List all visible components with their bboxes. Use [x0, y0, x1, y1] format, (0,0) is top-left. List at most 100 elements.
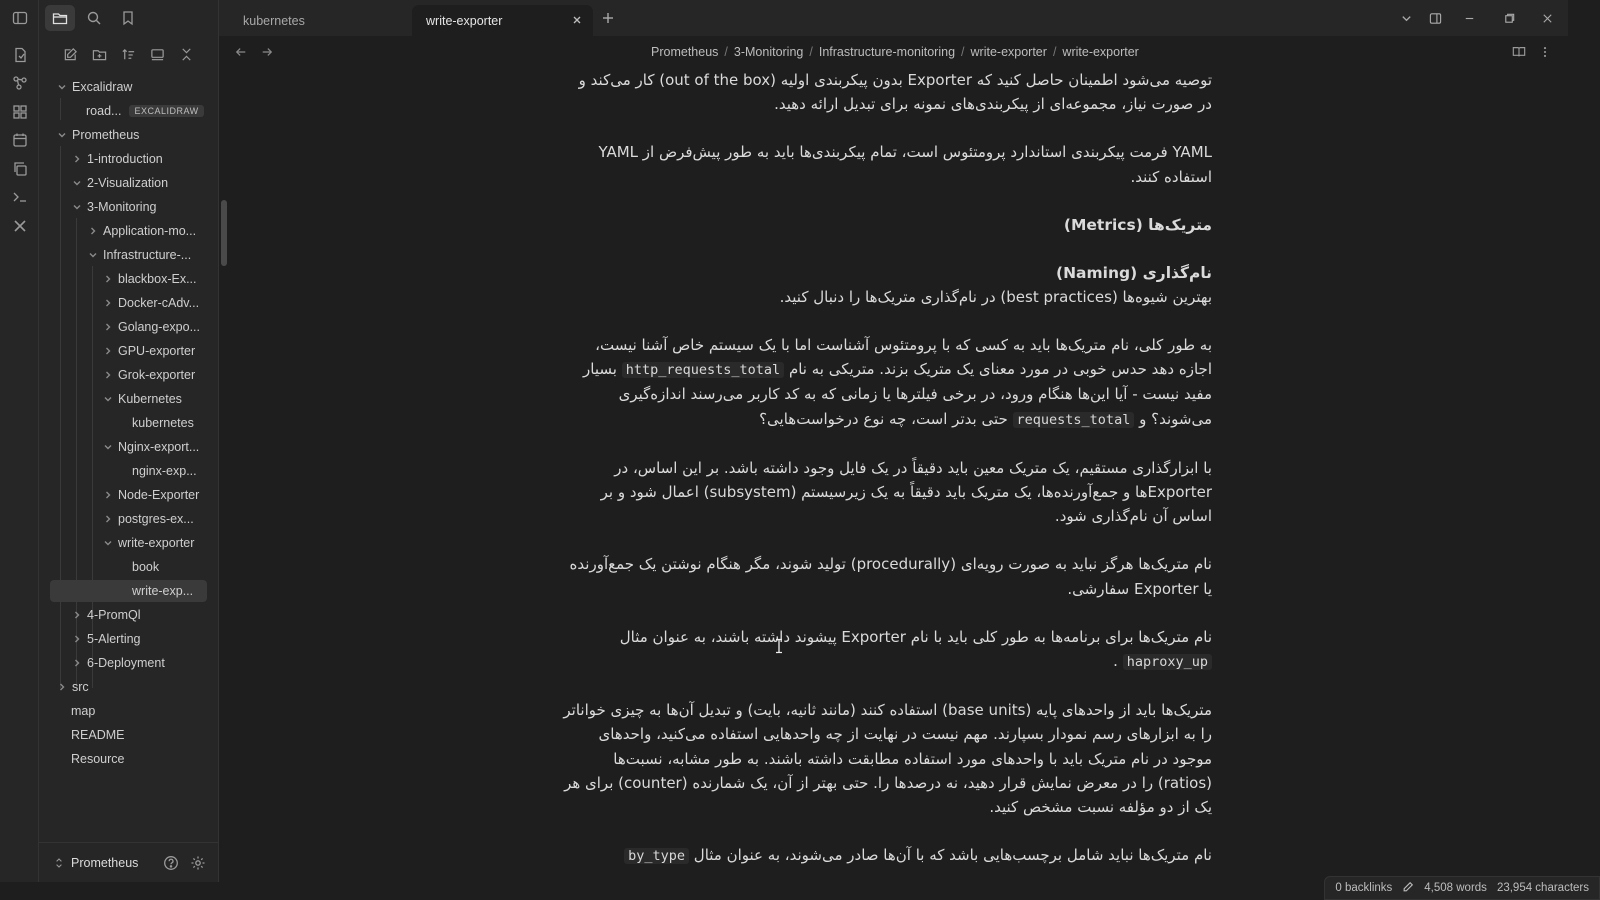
- tree-folder-src[interactable]: src: [55, 676, 89, 698]
- collapse-all-icon[interactable]: [175, 42, 198, 66]
- vault-switcher[interactable]: Prometheus: [55, 856, 138, 870]
- paragraph: نام متریک‌ها برای برنامه‌ها به طور کلی ب…: [560, 625, 1212, 674]
- new-note-icon[interactable]: [59, 42, 82, 66]
- tree-item-label: 5-Alerting: [87, 632, 141, 646]
- new-tab-icon[interactable]: [599, 9, 617, 27]
- tree-guide: [60, 98, 61, 120]
- breadcrumb-item[interactable]: Infrastructure-monitoring: [819, 45, 955, 59]
- graph-view-icon[interactable]: [0, 69, 39, 97]
- tree-folder-postgres[interactable]: postgres-ex...: [101, 508, 194, 530]
- tree-folder-nginx[interactable]: Nginx-export...: [101, 436, 199, 458]
- tree-folder-write-exporter[interactable]: write-exporter: [101, 532, 194, 554]
- new-folder-icon[interactable]: [88, 42, 111, 66]
- copy-icon[interactable]: [0, 155, 39, 183]
- paragraph: نام متریک‌ها نباید شامل برچسب‌هایی باشد …: [560, 843, 1212, 868]
- inline-code: by_type: [624, 848, 690, 865]
- tree-item-label: Grok-exporter: [118, 368, 196, 382]
- right-sidebar-toggle-icon[interactable]: [1424, 8, 1446, 28]
- tab-list-chevron-icon[interactable]: [1395, 8, 1417, 28]
- breadcrumb-item[interactable]: write-exporter: [971, 45, 1047, 59]
- tree-item-label: 3-Monitoring: [87, 200, 157, 214]
- tree-file-readme[interactable]: README: [71, 724, 124, 746]
- chevron-down-icon: [101, 392, 115, 406]
- tree-file-road[interactable]: road... EXCALIDRAW: [86, 100, 204, 122]
- tree-folder-excalidraw[interactable]: Excalidraw: [55, 76, 132, 98]
- reading-view-icon[interactable]: [1511, 44, 1527, 60]
- chevron-up-down-icon: [56, 857, 62, 868]
- settings-gear-icon[interactable]: [189, 854, 207, 872]
- bookmarks-tab-icon[interactable]: [113, 5, 143, 31]
- tree-file-map[interactable]: map: [71, 700, 95, 722]
- restore-window-icon[interactable]: [1498, 8, 1520, 28]
- tree-file-book[interactable]: book: [132, 556, 159, 578]
- canvas-icon[interactable]: [0, 98, 39, 126]
- tree-folder-node[interactable]: Node-Exporter: [101, 484, 199, 506]
- tree-folder-alerting[interactable]: 5-Alerting: [70, 628, 141, 650]
- search-tab-icon[interactable]: [79, 5, 109, 31]
- backlinks-count[interactable]: 0 backlinks: [1335, 882, 1392, 894]
- terminal-icon[interactable]: [0, 183, 39, 211]
- chevron-right-icon: [70, 152, 84, 166]
- tree-folder-deployment[interactable]: 6-Deployment: [70, 652, 165, 674]
- tree-item-label: Nginx-export...: [118, 440, 200, 454]
- paragraph: YAML فرمت پیکربندی استاندارد پرومتئوس اس…: [598, 143, 1212, 186]
- vault-switcher-bar: Prometheus: [39, 842, 219, 882]
- sort-order-icon[interactable]: [117, 42, 140, 66]
- tree-folder-grok[interactable]: Grok-exporter: [101, 364, 195, 386]
- tree-file-kubernetes[interactable]: kubernetes: [132, 412, 194, 434]
- navigate-back-icon[interactable]: [233, 44, 249, 60]
- paragraph-text: حتی بدتر است، چه نوع درخواست‌هایی؟: [759, 409, 1008, 428]
- breadcrumb-separator: /: [1052, 45, 1057, 59]
- sidebar-toggle-icon[interactable]: [0, 4, 39, 32]
- breadcrumb: Prometheus / 3-Monitoring / Infrastructure-m…: [651, 45, 1139, 59]
- tools-icon[interactable]: [0, 212, 39, 240]
- files-tab-icon[interactable]: [45, 5, 75, 31]
- tree-folder-visualization[interactable]: 2-Visualization: [70, 172, 168, 194]
- paragraph: توصیه می‌شود اطمینان حاصل کنید که Export…: [578, 71, 1212, 114]
- tree-guide: [60, 146, 61, 688]
- tree-folder-application[interactable]: Application-mo...: [86, 220, 196, 242]
- left-ribbon: [0, 0, 39, 882]
- tree-folder-docker[interactable]: Docker-cAdv...: [101, 292, 199, 314]
- tab-write-exporter[interactable]: write-exporter: [412, 5, 593, 36]
- breadcrumb-separator: /: [809, 45, 813, 59]
- tree-file-nginx[interactable]: nginx-exp...: [132, 460, 197, 482]
- note-editor[interactable]: توصیه می‌شود اطمینان حاصل کنید که Export…: [560, 68, 1212, 882]
- chevron-right-icon: [101, 512, 115, 526]
- tab-kubernetes[interactable]: kubernetes: [229, 5, 409, 36]
- breadcrumb-item[interactable]: 3-Monitoring: [734, 45, 803, 59]
- help-icon[interactable]: [162, 854, 180, 872]
- tree-file-resource[interactable]: Resource: [71, 748, 125, 770]
- tab-bar: kubernetes write-exporter: [219, 0, 1568, 36]
- calendar-icon[interactable]: [0, 126, 39, 154]
- minimize-window-icon[interactable]: [1458, 8, 1480, 28]
- tree-folder-gpu[interactable]: GPU-exporter: [101, 340, 195, 362]
- heading-metrics: متریک‌ها (Metrics): [1063, 215, 1212, 234]
- edit-mode-icon[interactable]: [1402, 881, 1414, 896]
- paragraph: به طور کلی، نام متریک‌ها باید به کسی که …: [560, 333, 1212, 432]
- tree-folder-infrastructure[interactable]: Infrastructure-...: [86, 244, 191, 266]
- navigate-forward-icon[interactable]: [259, 44, 275, 60]
- tree-item-label: write-exp...: [132, 584, 194, 598]
- chevron-right-icon: [101, 320, 115, 334]
- tree-folder-golang[interactable]: Golang-expo...: [101, 316, 200, 338]
- breadcrumb-item[interactable]: write-exporter: [1062, 45, 1138, 59]
- tree-folder-promql[interactable]: 4-PromQl: [70, 604, 140, 626]
- sidebar-scrollbar[interactable]: [221, 200, 227, 266]
- tree-folder-introduction[interactable]: 1-introduction: [70, 148, 163, 170]
- auto-reveal-icon[interactable]: [146, 42, 169, 66]
- tree-folder-prometheus[interactable]: Prometheus: [55, 124, 139, 146]
- close-window-icon[interactable]: [1536, 8, 1558, 28]
- tree-item-label: 6-Deployment: [87, 656, 165, 670]
- more-options-icon[interactable]: [1537, 44, 1553, 60]
- tree-folder-kubernetes[interactable]: Kubernetes: [101, 388, 182, 410]
- chevron-down-icon: [101, 440, 115, 454]
- close-tab-icon[interactable]: [569, 12, 585, 28]
- tree-folder-monitoring[interactable]: 3-Monitoring: [70, 196, 156, 218]
- tree-item-label: GPU-exporter: [118, 344, 196, 358]
- tree-folder-blackbox[interactable]: blackbox-Ex...: [101, 268, 197, 290]
- breadcrumb-item[interactable]: Prometheus: [651, 45, 718, 59]
- tree-item-label: src: [72, 680, 89, 694]
- open-quick-switcher-icon[interactable]: [0, 41, 39, 69]
- tree-file-write-exporter[interactable]: write-exp...: [50, 580, 207, 602]
